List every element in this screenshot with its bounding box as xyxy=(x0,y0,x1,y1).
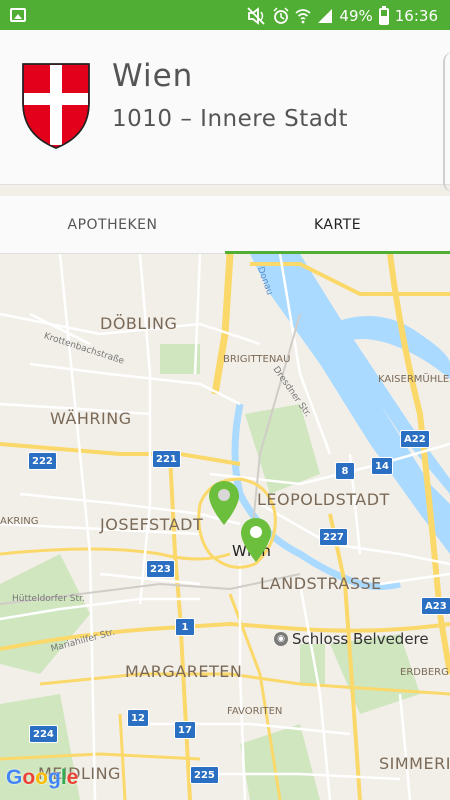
park-area xyxy=(0,554,90,674)
road-shield: 224 xyxy=(29,725,58,743)
map-view[interactable]: DÖBLING WÄHRING JOSEFSTADT LEOPOLDSTADT … xyxy=(0,254,450,800)
poi-label: Schloss Belvedere xyxy=(292,630,429,648)
city-name: Wien xyxy=(112,58,194,94)
road-shield: A23 xyxy=(421,597,450,615)
vienna-crest-icon xyxy=(22,63,90,149)
pharmacy-pin-icon[interactable] xyxy=(208,480,240,526)
drawer-edge[interactable] xyxy=(443,52,450,192)
status-icons: 49% 16:36 xyxy=(247,5,438,27)
google-logo: Google xyxy=(6,766,78,790)
signal-icon xyxy=(318,9,333,23)
camera-icon: ◉ xyxy=(274,632,288,646)
park-area xyxy=(240,724,320,800)
tab-karte[interactable]: KARTE xyxy=(225,196,450,254)
tab-bar: APOTHEKEN KARTE xyxy=(0,196,450,254)
district-header: Wien 1010 – Innere Stadt xyxy=(0,30,450,185)
road-shield: 225 xyxy=(190,766,219,784)
road-shield: 8 xyxy=(335,462,355,480)
label-huetteldorfer-str: Hütteldorfer Str. xyxy=(12,594,85,604)
map-canvas xyxy=(0,254,450,800)
road-shield: 17 xyxy=(174,721,196,739)
wifi-icon xyxy=(295,9,311,24)
road-shield: 14 xyxy=(371,457,393,475)
road-shield: 227 xyxy=(319,528,348,546)
park-area xyxy=(245,404,320,494)
label-waehring: WÄHRING xyxy=(50,409,132,428)
tab-apotheken[interactable]: APOTHEKEN xyxy=(0,196,225,253)
label-margareten: MARGARETEN xyxy=(125,662,243,681)
highway xyxy=(118,713,127,800)
label-erdberg: ERDBERG xyxy=(400,667,449,678)
battery-percent: 49% xyxy=(339,7,373,25)
label-favoriten: FAVORITEN xyxy=(227,706,283,717)
label-landstrasse: LANDSTRASSE xyxy=(260,574,382,593)
image-icon xyxy=(10,8,26,22)
label-leopoldstadt: LEOPOLDSTADT xyxy=(257,490,390,509)
google-logo-text: Google xyxy=(6,766,79,789)
road-shield: 223 xyxy=(146,560,175,578)
status-bar: 49% 16:36 xyxy=(0,0,450,30)
label-doebling: DÖBLING xyxy=(100,314,178,333)
label-kaisermuehlen: KAISERMÜHLEN xyxy=(378,374,450,385)
alarm-icon xyxy=(273,7,289,24)
mute-icon xyxy=(247,7,266,25)
label-simmering: SIMMERI xyxy=(379,754,450,773)
pharmacy-pin-icon[interactable] xyxy=(240,517,272,563)
road-shield: A22 xyxy=(400,430,430,448)
clock: 16:36 xyxy=(394,7,438,25)
road-shield: 12 xyxy=(127,709,149,727)
highway xyxy=(0,547,231,561)
label-akring: AKRING xyxy=(0,516,39,527)
road-shield: 221 xyxy=(152,450,181,468)
road-shield: 1 xyxy=(175,618,195,636)
label-brigittenau: BRIGITTENAU xyxy=(223,354,291,365)
road-shield: 222 xyxy=(28,452,57,470)
district-name: 1010 – Innere Stadt xyxy=(112,106,348,132)
highway xyxy=(211,254,234,395)
battery-icon xyxy=(378,5,389,25)
poi-schloss-belvedere[interactable]: ◉ Schloss Belvedere xyxy=(274,630,429,648)
label-josefstadt: JOSEFSTADT xyxy=(100,515,204,534)
